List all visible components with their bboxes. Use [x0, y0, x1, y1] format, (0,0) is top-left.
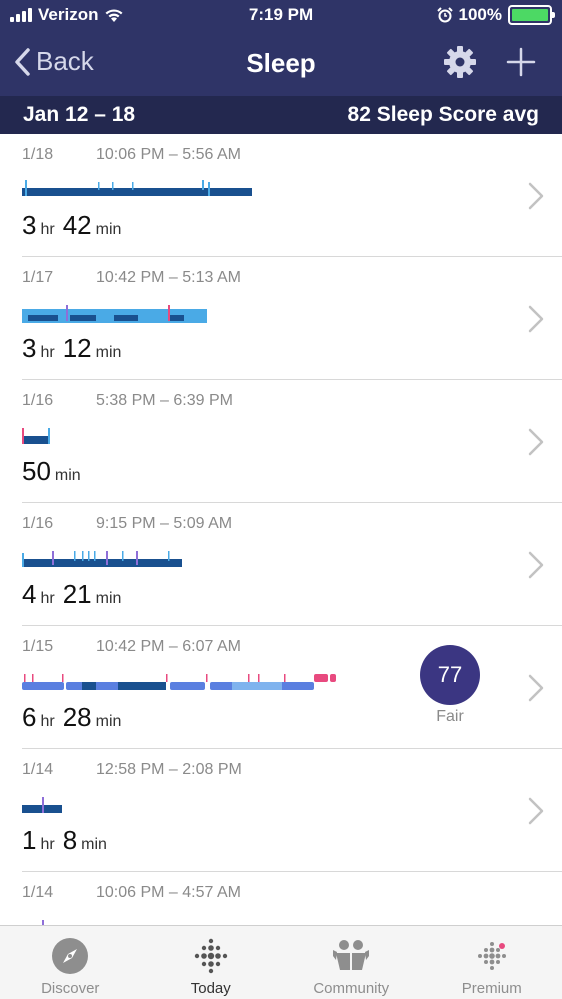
chevron-right-icon	[528, 551, 544, 579]
sleep-log-row[interactable]: 1/17 10:42 PM – 5:13 AM 3 hr 12 min	[22, 257, 562, 380]
chevron-right-icon	[528, 305, 544, 333]
sleep-duration: 4 hr 21 min	[22, 579, 122, 609]
log-date: 1/14	[22, 884, 54, 901]
log-time-range: 10:06 PM – 5:56 AM	[96, 146, 241, 163]
log-date: 1/16	[22, 515, 54, 532]
chevron-right-icon	[528, 428, 544, 456]
tab-discover[interactable]: Discover	[0, 926, 141, 999]
tab-today[interactable]: Today	[141, 926, 282, 999]
sleep-log-row[interactable]: 1/16 5:38 PM – 6:39 PM 50 min	[22, 380, 562, 503]
fitbit-dots-icon	[194, 938, 227, 974]
gear-icon[interactable]	[443, 45, 477, 79]
sleep-stage-bar	[22, 551, 182, 567]
sleep-duration: 6 hr 28 min	[22, 702, 122, 732]
sleep-duration: 3 hr 12 min	[22, 333, 122, 363]
sleep-stage-bar	[22, 674, 336, 690]
status-bar: Verizon 7:19 PM 100%	[0, 0, 562, 32]
sleep-stage-bar	[22, 180, 252, 196]
chevron-right-icon	[528, 674, 544, 702]
log-time-range: 10:42 PM – 5:13 AM	[96, 269, 241, 286]
chevron-right-icon	[528, 182, 544, 210]
sleep-stage-bar	[22, 428, 50, 444]
sleep-duration: 1 hr 8 min	[22, 825, 107, 855]
page-title: Sleep	[246, 48, 316, 78]
log-time-range: 10:42 PM – 6:07 AM	[96, 638, 241, 655]
log-date: 1/15	[22, 638, 54, 655]
battery-percent: 100%	[458, 5, 502, 24]
people-icon	[333, 940, 370, 970]
log-date: 1/14	[22, 761, 54, 778]
battery-icon	[508, 5, 555, 25]
log-time-range: 10:06 PM – 4:57 AM	[96, 884, 241, 901]
sleep-duration: 3 hr 42 min	[22, 210, 122, 240]
sleep-score-badge: 77	[420, 645, 480, 705]
week-range: Jan 12 – 18	[23, 103, 136, 126]
log-date: 1/18	[22, 146, 54, 163]
nav-bar: Back Sleep	[0, 36, 562, 90]
tab-label: Community	[313, 980, 390, 997]
sleep-log-row[interactable]: 1/15 10:42 PM – 6:07 AM 6 hr 28 min 77 F…	[22, 626, 562, 749]
add-icon[interactable]	[505, 46, 537, 78]
alarm-icon	[436, 7, 453, 23]
sleep-stage-bar	[22, 305, 207, 323]
sleep-duration: 50 min	[22, 456, 81, 486]
tab-bar: Discover Today Community Premium	[0, 925, 562, 999]
fitbit-premium-icon	[477, 942, 506, 970]
log-time-range: 5:38 PM – 6:39 PM	[96, 392, 233, 409]
tab-label: Premium	[461, 980, 522, 997]
log-date: 1/16	[22, 392, 54, 409]
log-date: 1/17	[22, 269, 54, 286]
sleep-log-list: 1/18 10:06 PM – 5:56 AM 3 hr 42 min 1/17 1…	[0, 134, 562, 995]
sleep-log-row[interactable]: 1/14 12:58 PM – 2:08 PM 1 hr 8 min	[22, 749, 562, 872]
sleep-stage-bar	[22, 797, 62, 813]
log-time-range: 12:58 PM – 2:08 PM	[96, 761, 242, 778]
tab-label: Today	[190, 980, 231, 997]
tab-community[interactable]: Community	[281, 926, 422, 999]
log-time-range: 9:15 PM – 5:09 AM	[96, 515, 233, 532]
tab-label: Discover	[41, 980, 100, 997]
sleep-score-label: Fair	[436, 708, 464, 725]
status-right: 100%	[436, 5, 555, 25]
sleep-log-row[interactable]: 1/18 10:06 PM – 5:56 AM 3 hr 42 min	[22, 134, 562, 257]
header: Verizon 7:19 PM 100% Back Sleep Jan 12 –…	[0, 0, 562, 134]
sleep-log-row[interactable]: 1/16 9:15 PM – 5:09 AM 4 hr 21 min	[22, 503, 562, 626]
tab-premium[interactable]: Premium	[422, 926, 562, 999]
week-summary-bar: Jan 12 – 18 82 Sleep Score avg	[0, 96, 562, 134]
sleep-score-avg: 82 Sleep Score avg	[347, 103, 539, 126]
compass-icon	[52, 938, 89, 974]
chevron-right-icon	[528, 797, 544, 825]
